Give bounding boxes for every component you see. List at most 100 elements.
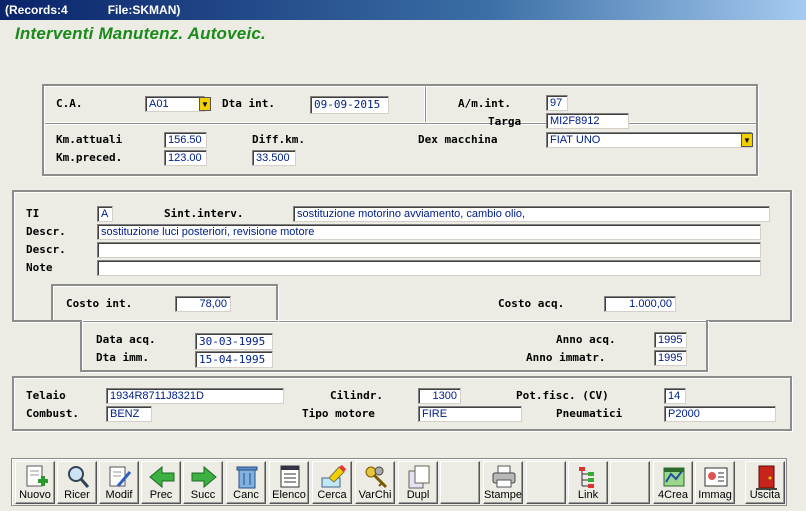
- file-name: File:SKMAN): [107, 3, 181, 17]
- list-button-label: Elenco: [272, 489, 306, 501]
- ti-label: TI: [26, 207, 40, 220]
- edit-button-label: Modif: [105, 489, 133, 501]
- change-key-button[interactable]: VarChi: [355, 461, 395, 504]
- data-acq-field[interactable]: 30-03-1995: [195, 333, 273, 350]
- dta-imm-field[interactable]: 15-04-1995: [195, 351, 273, 368]
- arrow-right-icon: [191, 465, 217, 489]
- link-button[interactable]: Link: [568, 461, 608, 504]
- print-button-label: Stampe: [484, 489, 522, 501]
- descr1-label: Descr.: [26, 225, 66, 238]
- blank-button-3[interactable]: [610, 461, 650, 504]
- duplicate-button[interactable]: Dupl: [398, 461, 438, 504]
- previous-button[interactable]: Prec: [141, 461, 181, 504]
- diff-km-field[interactable]: 33.500: [252, 150, 296, 166]
- image-card-icon: [704, 467, 728, 487]
- create-button[interactable]: 4Crea: [653, 461, 693, 504]
- dta-imm-label: Dta imm.: [96, 351, 149, 364]
- dta-int-field[interactable]: 09-09-2015: [310, 96, 389, 114]
- descr2-label: Descr.: [26, 243, 66, 256]
- pneumatici-field[interactable]: P2000: [664, 406, 776, 422]
- tipo-motore-label: Tipo motore: [302, 407, 375, 420]
- pot-fisc-label: Pot.fisc. (CV): [516, 389, 609, 402]
- delete-button-label: Canc: [233, 489, 259, 501]
- create-button-label: 4Crea: [658, 489, 688, 501]
- am-int-field[interactable]: 97: [546, 95, 568, 111]
- new-document-icon: [26, 465, 48, 487]
- telaio-field[interactable]: 1934R8711J8321D: [106, 388, 284, 404]
- new-button-label: Nuovo: [19, 489, 51, 501]
- descr2-field[interactable]: [97, 242, 761, 258]
- trash-can-icon: [236, 466, 258, 489]
- anno-acq-field[interactable]: 1995: [654, 332, 687, 348]
- costo-acq-label: Costo acq.: [498, 297, 565, 310]
- costo-acq-field[interactable]: 1.000,00: [604, 296, 676, 312]
- sint-interv-field[interactable]: sostituzione motorino avviamento, cambio…: [293, 206, 770, 222]
- km-preced-field[interactable]: 123.00: [164, 150, 207, 166]
- image-button[interactable]: Immag: [695, 461, 735, 504]
- find-button[interactable]: Cerca: [312, 461, 352, 504]
- image-button-label: Immag: [698, 489, 732, 501]
- am-int-label: A/m.int.: [458, 97, 511, 110]
- km-attuali-label: Km.attuali: [56, 133, 123, 146]
- sint-interv-label: Sint.interv.: [164, 207, 244, 220]
- pneumatici-label: Pneumatici: [556, 407, 623, 420]
- duplicate-icon: [408, 465, 430, 489]
- cilindr-label: Cilindr.: [330, 389, 383, 402]
- km-preced-label: Km.preced.: [56, 151, 123, 164]
- edit-button[interactable]: Modif: [99, 461, 139, 504]
- ti-field[interactable]: A: [97, 206, 113, 222]
- edit-document-icon: [109, 466, 132, 487]
- dex-macchina-field[interactable]: FIAT UNO: [546, 132, 752, 148]
- km-attuali-field[interactable]: 156.50: [164, 132, 207, 148]
- next-button-label: Succ: [190, 489, 216, 501]
- tipo-motore-field[interactable]: FIRE: [418, 406, 522, 422]
- dex-macchina-dropdown-button[interactable]: ▼: [741, 133, 753, 147]
- page-title: Interventi Manutenz. Autoveic.: [15, 24, 266, 43]
- link-button-label: Link: [577, 489, 599, 501]
- create-icon: [663, 467, 685, 487]
- pot-fisc-field[interactable]: 14: [664, 388, 686, 404]
- descr1-field[interactable]: sostituzione luci posteriori, revisione …: [97, 224, 761, 240]
- print-button[interactable]: Stampe: [483, 461, 523, 504]
- anno-immatr-field[interactable]: 1995: [654, 350, 687, 366]
- cilindr-field[interactable]: 1300: [418, 388, 461, 404]
- ca-label: C.A.: [56, 97, 83, 110]
- ca-field[interactable]: A01: [145, 96, 205, 112]
- list-button[interactable]: Elenco: [269, 461, 309, 504]
- chevron-down-icon: ▼: [743, 135, 751, 145]
- exit-door-icon: [756, 465, 777, 490]
- exit-button-label: Uscita: [749, 489, 781, 501]
- data-acq-label: Data acq.: [96, 333, 156, 346]
- exit-button[interactable]: Uscita: [745, 461, 785, 504]
- acquisition-panel: [80, 320, 708, 372]
- new-button[interactable]: Nuovo: [15, 461, 55, 504]
- highlighter-icon: [321, 465, 346, 488]
- combust-label: Combust.: [26, 407, 79, 420]
- vehicle-panel-bottom: [42, 122, 758, 176]
- diff-km-label: Diff.km.: [252, 133, 305, 146]
- next-button[interactable]: Succ: [183, 461, 223, 504]
- dex-macchina-label: Dex macchina: [418, 133, 498, 146]
- anno-immatr-label: Anno immatr.: [526, 351, 606, 364]
- search-button[interactable]: Ricer: [57, 461, 97, 504]
- combust-field[interactable]: BENZ: [106, 406, 152, 422]
- records-count: (Records:4: [5, 3, 68, 17]
- targa-label: Targa: [488, 115, 522, 128]
- ca-dropdown-button[interactable]: ▼: [199, 97, 211, 111]
- dta-int-label: Dta int.: [222, 97, 275, 110]
- costo-int-label: Costo int.: [66, 297, 133, 310]
- delete-button[interactable]: Canc: [226, 461, 266, 504]
- telaio-label: Telaio: [26, 389, 66, 402]
- list-icon: [280, 465, 300, 488]
- previous-button-label: Prec: [149, 489, 173, 501]
- note-field[interactable]: [97, 260, 761, 276]
- search-button-label: Ricer: [64, 489, 90, 501]
- arrow-left-icon: [149, 465, 175, 489]
- blank-button-1[interactable]: [440, 461, 480, 504]
- find-button-label: Cerca: [317, 489, 347, 501]
- keys-icon: [365, 466, 388, 489]
- blank-button-2[interactable]: [526, 461, 566, 504]
- costo-int-field[interactable]: 78,00: [175, 296, 231, 312]
- targa-field[interactable]: MI2F8912: [546, 113, 629, 129]
- printer-icon: [492, 465, 516, 488]
